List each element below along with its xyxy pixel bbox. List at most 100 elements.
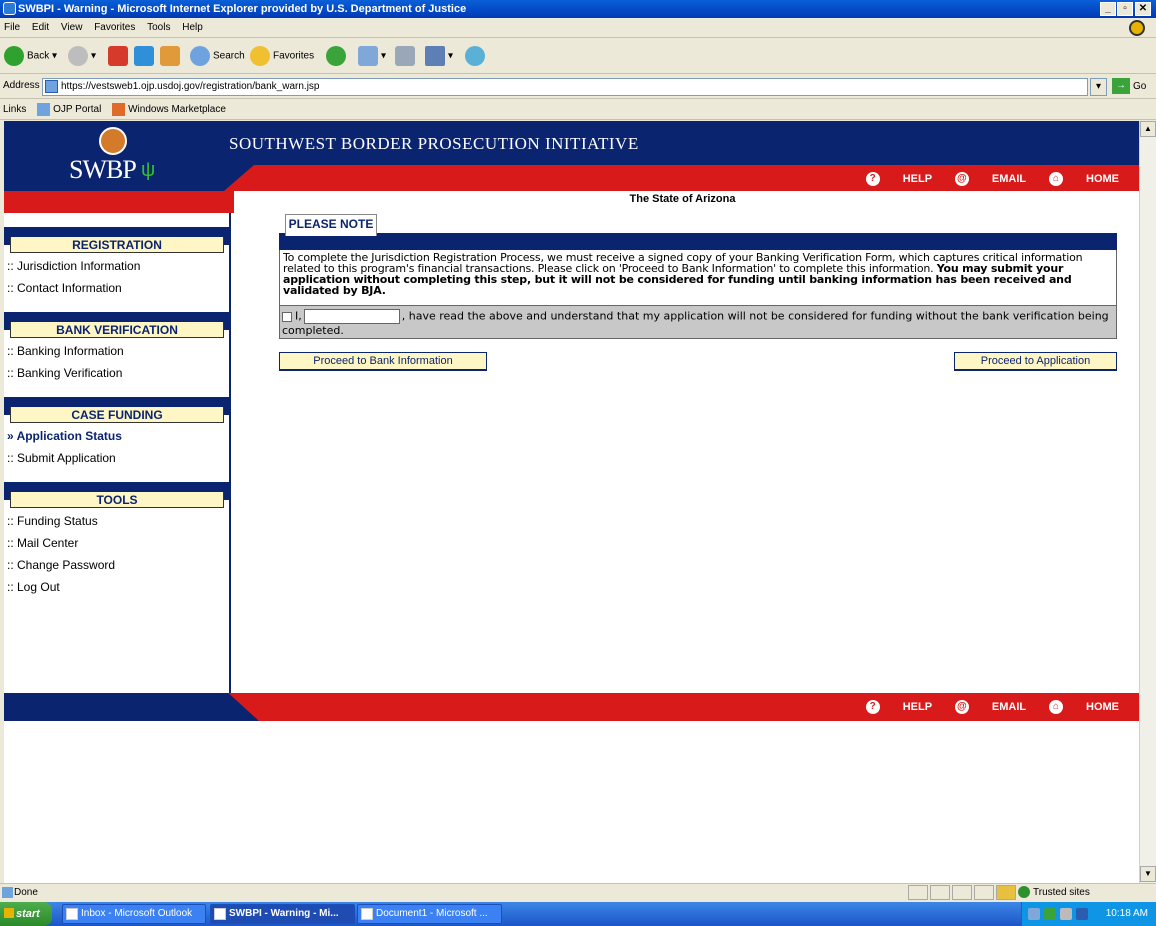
menu-favorites[interactable]: Favorites (94, 22, 135, 33)
maximize-button[interactable]: ▫ (1117, 2, 1133, 16)
footer-nav: ? HELP @ EMAIL ⌂ HOME (846, 700, 1119, 714)
sidebar-item-submit-application[interactable]: :: Submit Application (7, 451, 116, 465)
ie-icon (214, 908, 226, 920)
home-icon: ⌂ (1049, 700, 1063, 714)
page-icon (2, 887, 13, 898)
help-link[interactable]: ? HELP (865, 172, 932, 186)
task-outlook[interactable]: Inbox - Microsoft Outlook (62, 904, 206, 924)
compass-icon (99, 127, 127, 155)
section-title: TOOLS (10, 492, 224, 508)
home-icon (160, 46, 180, 66)
refresh-button[interactable] (134, 46, 157, 66)
page-content: SOUTHWEST BORDER PROSECUTION INITIATIVE … (4, 121, 1139, 883)
trusted-check-icon (1018, 886, 1030, 899)
start-button[interactable]: start (0, 902, 52, 926)
sidebar: REGISTRATION :: Jurisdiction Information… (4, 213, 231, 693)
toolbar: Back ▾ ▾ Search Favorites ▾ ▾ (0, 38, 1156, 74)
search-button[interactable]: Search (190, 46, 245, 66)
stop-icon (108, 46, 128, 66)
sidebar-item-banking-verification[interactable]: :: Banking Verification (7, 366, 122, 380)
system-tray: 10:18 AM (1021, 902, 1156, 926)
clock[interactable]: 10:18 AM (1106, 908, 1148, 919)
link-windows-marketplace[interactable]: Windows Marketplace (112, 100, 226, 119)
footer-email-link[interactable]: @ EMAIL (954, 700, 1026, 714)
sidebar-item-application-status[interactable]: » Application Status (7, 429, 122, 443)
stop-button[interactable] (108, 46, 131, 66)
task-word-document[interactable]: Document1 - Microsoft ... (357, 904, 502, 924)
back-arrow-icon (4, 46, 24, 66)
home-button[interactable] (160, 46, 183, 66)
page-icon (45, 80, 58, 93)
please-note-tab: PLEASE NOTE (285, 214, 377, 236)
home-link[interactable]: ⌂ HOME (1049, 172, 1119, 186)
swbpi-logo: SWBP ψ (59, 125, 189, 185)
volume-icon[interactable] (1060, 908, 1072, 920)
header-nav: ? HELP @ EMAIL ⌂ HOME (846, 172, 1119, 186)
sidebar-item-contact-information[interactable]: :: Contact Information (7, 281, 122, 295)
footer-home-link[interactable]: ⌂ HOME (1049, 700, 1119, 714)
status-segment (952, 885, 972, 900)
footer-help-link[interactable]: ? HELP (865, 700, 932, 714)
menu-view[interactable]: View (61, 22, 83, 33)
mail-button[interactable]: ▾ (358, 46, 386, 66)
address-input[interactable]: https://vestsweb1.ojp.usdoj.gov/registra… (42, 78, 1088, 96)
menu-tools[interactable]: Tools (147, 22, 170, 33)
status-segment (974, 885, 994, 900)
status-segment (930, 885, 950, 900)
footer-band: ? HELP @ EMAIL ⌂ HOME (4, 693, 1139, 721)
network-icon[interactable] (1028, 908, 1040, 920)
section-title: BANK VERIFICATION (10, 322, 224, 338)
messenger-button[interactable] (465, 46, 488, 66)
menu-file[interactable]: File (4, 22, 20, 33)
name-input[interactable] (303, 309, 400, 324)
vertical-scrollbar[interactable]: ▲ ▼ (1139, 121, 1156, 883)
window-title: SWBPI - Warning - Microsoft Internet Exp… (18, 3, 467, 15)
note-box: To complete the Jurisdiction Registratio… (279, 250, 1117, 306)
security-zone: Trusted sites (1018, 884, 1090, 901)
proceed-bank-button[interactable]: Proceed to Bank Information (279, 352, 487, 371)
email-icon: @ (954, 700, 969, 714)
scroll-down-button[interactable]: ▼ (1140, 866, 1156, 882)
forward-button[interactable]: ▾ (68, 46, 96, 66)
edit-button[interactable]: ▾ (425, 46, 453, 66)
back-button[interactable]: Back ▾ (4, 46, 57, 66)
history-button[interactable] (326, 46, 349, 66)
acknowledge-checkbox[interactable] (282, 311, 292, 322)
security-shield-icon[interactable] (1076, 908, 1088, 920)
scroll-up-button[interactable]: ▲ (1140, 121, 1156, 137)
address-url: https://vestsweb1.ojp.usdoj.gov/registra… (61, 81, 320, 92)
minimize-button[interactable]: _ (1100, 2, 1116, 16)
sidebar-item-mail-center[interactable]: :: Mail Center (7, 536, 78, 550)
go-button[interactable]: → Go (1112, 78, 1146, 96)
sidebar-item-change-password[interactable]: :: Change Password (7, 558, 115, 572)
address-dropdown-button[interactable]: ▾ (1090, 78, 1107, 96)
proceed-application-button[interactable]: Proceed to Application (954, 352, 1117, 371)
favorites-button[interactable]: Favorites (250, 46, 314, 66)
menu-edit[interactable]: Edit (32, 22, 49, 33)
logo-text: SWBP (69, 155, 137, 184)
address-bar: Address https://vestsweb1.ojp.usdoj.gov/… (0, 75, 1156, 99)
task-ie-swbpi[interactable]: SWBPI - Warning - Mi... (210, 904, 355, 924)
email-link[interactable]: @ EMAIL (954, 172, 1026, 186)
close-button[interactable]: ✕ (1135, 2, 1151, 16)
links-label: Links (3, 104, 27, 115)
doj-seal-icon (1129, 20, 1145, 36)
favorites-star-icon (250, 46, 270, 66)
refresh-icon (134, 46, 154, 66)
ack-suffix: , have read the above and understand tha… (282, 309, 1109, 338)
menu-help[interactable]: Help (182, 22, 203, 33)
sidebar-item-funding-status[interactable]: :: Funding Status (7, 514, 98, 528)
sidebar-item-jurisdiction-information[interactable]: :: Jurisdiction Information (7, 259, 140, 273)
page-icon (37, 102, 51, 116)
link-ojp-portal[interactable]: OJP Portal (37, 100, 101, 119)
help-icon: ? (865, 700, 880, 714)
state-heading: The State of Arizona (629, 193, 736, 205)
print-button[interactable] (395, 46, 418, 66)
antivirus-icon[interactable] (1044, 908, 1056, 920)
footer-blue-corner (4, 693, 259, 721)
note-header-bar (279, 233, 1117, 250)
sidebar-item-banking-information[interactable]: :: Banking Information (7, 344, 124, 358)
ack-prefix: I, (295, 309, 302, 323)
sidebar-item-log-out[interactable]: :: Log Out (7, 580, 60, 594)
email-icon: @ (954, 172, 969, 186)
